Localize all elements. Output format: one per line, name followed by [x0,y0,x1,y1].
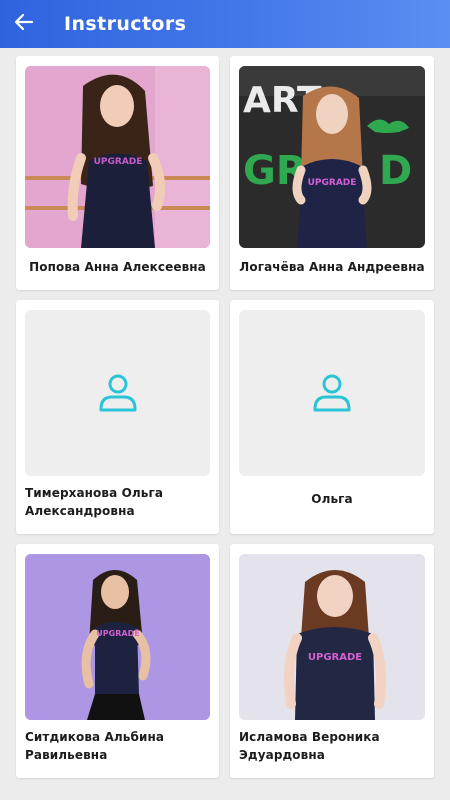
instructor-name: Логачёва Анна Андреевна [239,260,425,274]
instructor-photo: UPGRADE [25,554,210,720]
shirt-logo-text: UPGRADE [308,652,362,663]
instructor-name: Тимерханова Ольга Александровна [25,486,164,518]
shirt-logo-text: UPGRADE [94,157,143,167]
instructor-card[interactable]: UPGRADE Ситдикова Альбина Равильевна [16,544,219,778]
svg-text:D: D [379,148,412,194]
shirt-logo-text: UPGRADE [96,629,139,638]
instructor-card[interactable]: Тимерханова Ольга Александровна [16,300,219,534]
instructor-photo-placeholder [239,310,425,476]
user-icon [96,371,140,415]
instructor-photo: UPGRADE [25,66,210,248]
instructor-name: Попова Анна Алексеевна [29,260,206,274]
user-icon [310,371,354,415]
arrow-left-icon [14,12,34,36]
instructor-card[interactable]: UPGRADE Попова Анна Алексеевна [16,56,219,290]
shirt-logo-text: UPGRADE [308,178,357,188]
page-title: Instructors [64,13,187,35]
instructor-photo: ART GR D UPGRADE [239,66,425,248]
instructor-photo: UPGRADE [239,554,425,720]
instructor-card[interactable]: ART GR D UPGRADE Логачёва Анна Андреевна [230,56,434,290]
instructor-photo-placeholder [25,310,210,476]
instructor-card[interactable]: UPGRADE Исламова Вероника Эдуардовна [230,544,434,778]
back-button[interactable] [2,0,46,48]
instructor-name: Ольга [311,492,353,506]
instructor-grid: UPGRADE Попова Анна Алексеевна ART GR D … [0,48,450,800]
instructor-name: Ситдикова Альбина Равильевна [25,730,165,762]
instructor-name: Исламова Вероника Эдуардовна [239,730,380,762]
app-bar: Instructors [0,0,450,48]
instructor-card[interactable]: Ольга [230,300,434,534]
